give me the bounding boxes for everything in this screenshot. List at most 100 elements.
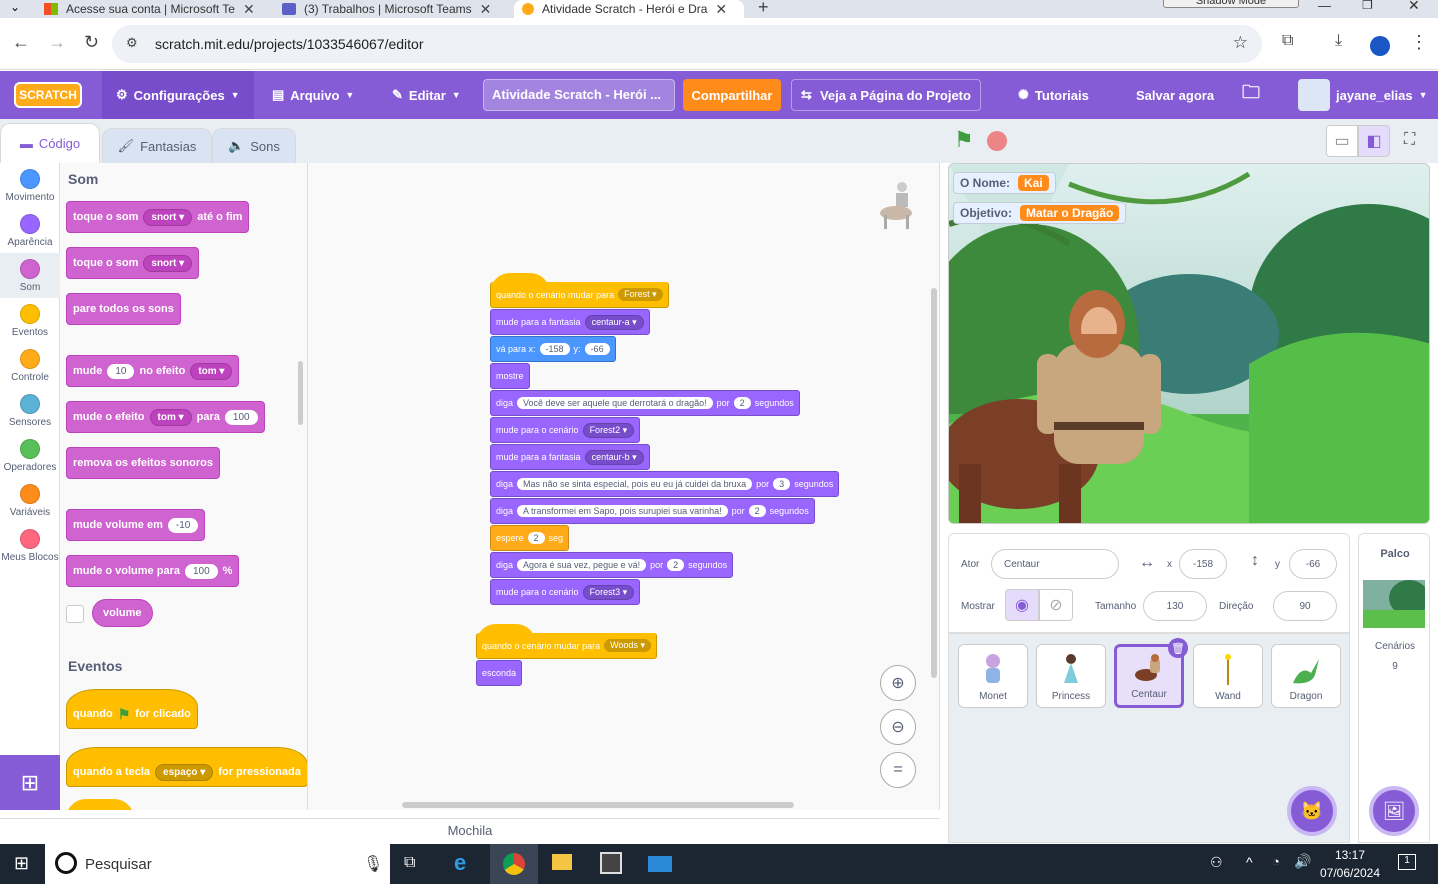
edge-icon[interactable]: e <box>454 850 466 876</box>
small-stage-button[interactable]: ▭ <box>1326 125 1358 157</box>
block-event-partial[interactable] <box>66 799 134 810</box>
settings-menu[interactable]: ⚙ Configurações ▼ <box>102 71 254 119</box>
block-switch-costume[interactable]: mude para a fantasia centaur-a ▾ <box>490 309 650 335</box>
minimize-icon[interactable]: — <box>1318 0 1331 13</box>
stage-canvas[interactable]: O Nome: Kai Objetivo: Matar o Dragão <box>948 163 1430 524</box>
message-input[interactable]: Mas não se sinta especial, pois eu eu já… <box>517 478 753 490</box>
block-hide[interactable]: esconda <box>476 660 523 686</box>
window-close-icon[interactable]: ✕ <box>1408 0 1420 14</box>
sprite-tile-wand[interactable]: Wand <box>1193 644 1263 708</box>
volume-monitor-checkbox[interactable] <box>66 605 84 623</box>
backdrop-dropdown[interactable]: Woods ▾ <box>604 639 651 652</box>
block-clear-sound-effects[interactable]: remova os efeitos sonoros <box>66 447 220 479</box>
block-show[interactable]: mostre <box>490 363 530 389</box>
message-input[interactable]: A transformei em Sapo, pois surupiei sua… <box>517 505 728 517</box>
y-field[interactable]: -66 <box>1289 549 1337 579</box>
backdrop-dropdown[interactable]: Forest ▾ <box>618 288 663 301</box>
tab-sounds[interactable]: 🔈 Sons <box>212 128 296 163</box>
green-flag-icon[interactable]: ⚑ <box>954 127 974 153</box>
number-input[interactable]: 100 <box>224 409 258 425</box>
zoom-out-button[interactable]: ⊖ <box>880 709 916 745</box>
x-field[interactable]: -158 <box>1179 549 1227 579</box>
seconds-input[interactable]: 3 <box>773 478 791 490</box>
block-volume-reporter[interactable]: volume <box>92 599 153 627</box>
bookmark-star-icon[interactable]: ☆ <box>1233 33 1248 53</box>
tab-costumes[interactable]: 🖌 Fantasias <box>102 128 212 163</box>
sprite-tile-dragon[interactable]: Dragon <box>1271 644 1341 708</box>
block-switch-backdrop[interactable]: mude para o cenário Forest2 ▾ <box>490 417 641 443</box>
edit-menu[interactable]: ✎ Editar ▼ <box>392 71 461 119</box>
forward-icon[interactable]: → <box>48 32 66 53</box>
palette-scrollbar[interactable] <box>298 361 303 425</box>
x-input[interactable]: -158 <box>539 343 570 355</box>
sound-dropdown[interactable]: snort ▾ <box>143 254 193 272</box>
file-explorer-icon[interactable] <box>552 854 572 870</box>
block-when-key-pressed[interactable]: quando a tecla espaço ▾ for pressionada <box>66 747 307 787</box>
costume-dropdown[interactable]: centaur-a ▾ <box>584 314 644 330</box>
block-change-volume[interactable]: mude volume em -10 <box>66 509 206 541</box>
block-change-effect[interactable]: mude 10 no efeito tom ▾ <box>66 355 240 387</box>
stop-icon[interactable] <box>987 131 1007 151</box>
category-sound[interactable]: Som <box>0 253 60 298</box>
zoom-reset-button[interactable]: = <box>880 752 916 788</box>
block-when-backdrop-switches[interactable]: quando o cenário mudar para Woods ▾ <box>476 633 657 659</box>
backpack-bar[interactable]: Mochila <box>0 818 940 842</box>
block-play-sound-until-done[interactable]: toque o som snort ▾ até o fim <box>66 201 250 233</box>
block-start-sound[interactable]: toque o som snort ▾ <box>66 247 200 279</box>
category-variables[interactable]: Variáveis <box>0 478 60 523</box>
block-say-for-secs[interactable]: diga A transformei em Sapo, pois surupie… <box>490 498 815 524</box>
store-icon[interactable] <box>600 852 622 874</box>
large-stage-button[interactable]: ◧ <box>1358 125 1390 157</box>
notification-icon[interactable]: 1 <box>1398 854 1416 870</box>
block-say-for-secs[interactable]: diga Mas não se sinta especial, pois eu … <box>490 471 840 497</box>
block-say-for-secs[interactable]: diga Agora é sua vez, pegue e vá! por 2 … <box>490 552 734 578</box>
close-icon[interactable]: ✕ <box>243 1 255 18</box>
zoom-in-button[interactable]: ⊕ <box>880 665 916 701</box>
stage-selector-panel[interactable]: Palco Cenários 9 🖼 <box>1358 533 1430 843</box>
close-icon[interactable]: ✕ <box>715 1 727 18</box>
clock-time[interactable]: 13:17 <box>1320 848 1380 862</box>
scratch-logo[interactable]: SCRATCH <box>14 82 82 108</box>
scripts-area[interactable]: quando o cenário mudar para Forest ▾ mud… <box>308 163 940 810</box>
speaker-icon[interactable]: 🔊 <box>1294 853 1311 870</box>
see-project-page-button[interactable]: ⇆ Veja a Página do Projeto <box>791 79 981 111</box>
delete-sprite-button[interactable]: 🗑 <box>1168 638 1188 658</box>
category-sensing[interactable]: Sensores <box>0 388 60 433</box>
shadow-mode-button[interactable]: Shadow Mode <box>1163 0 1299 8</box>
tab-code[interactable]: ▬ Código <box>0 123 100 163</box>
seconds-input[interactable]: 2 <box>527 532 545 544</box>
category-looks[interactable]: Aparência <box>0 208 60 253</box>
message-input[interactable]: Você deve ser aquele que derrotará o dra… <box>517 397 713 409</box>
category-events[interactable]: Eventos <box>0 298 60 343</box>
save-now-button[interactable]: Salvar agora <box>1136 71 1214 119</box>
chrome-taskbar-button[interactable] <box>490 844 538 884</box>
category-control[interactable]: Controle <box>0 343 60 388</box>
block-say-for-secs[interactable]: diga Você deve ser aquele que derrotará … <box>490 390 800 416</box>
objective-variable-monitor[interactable]: Objetivo: Matar o Dragão <box>953 202 1127 224</box>
fullscreen-icon[interactable]: ⛶ <box>1404 131 1415 149</box>
block-go-to-xy[interactable]: vá para x: -158 y: -66 <box>490 336 616 362</box>
url-field[interactable]: ⚙ scratch.mit.edu/projects/1033546067/ed… <box>112 25 1262 63</box>
close-icon[interactable]: ✕ <box>480 1 492 18</box>
my-stuff-folder-icon[interactable]: 🗀 <box>1242 71 1260 119</box>
name-variable-monitor[interactable]: O Nome: Kai <box>953 172 1056 194</box>
show-sprite-button[interactable]: ◉ <box>1005 589 1039 621</box>
taskbar-search[interactable]: Pesquisar 🎙 <box>45 844 390 884</box>
block-set-volume[interactable]: mude o volume para 100 % <box>66 555 240 587</box>
browser-tab-scratch[interactable]: Atividade Scratch - Herói e Dra ✕ <box>514 0 744 18</box>
wifi-icon[interactable]: ◔ <box>1272 854 1280 869</box>
costume-dropdown[interactable]: centaur-b ▾ <box>584 449 644 465</box>
backdrop-dropdown[interactable]: Forest3 ▾ <box>582 584 635 600</box>
category-my-blocks[interactable]: Meus Blocos <box>0 523 60 568</box>
microphone-icon[interactable]: 🎙 <box>363 854 383 874</box>
extensions-icon[interactable]: ⧉ <box>1282 32 1293 50</box>
windows-start-icon[interactable]: ⊞ <box>14 853 29 874</box>
vertical-scrollbar[interactable] <box>931 288 937 678</box>
number-input[interactable]: -10 <box>167 517 199 533</box>
share-button[interactable]: Compartilhar <box>683 79 781 111</box>
task-view-icon[interactable]: ⧉ <box>404 854 415 872</box>
tutorials-button[interactable]: ✺ Tutoriais <box>1018 71 1089 119</box>
block-switch-costume[interactable]: mude para a fantasia centaur-b ▾ <box>490 444 650 470</box>
back-icon[interactable]: ← <box>12 32 30 53</box>
site-settings-icon[interactable]: ⚙ <box>126 35 138 51</box>
